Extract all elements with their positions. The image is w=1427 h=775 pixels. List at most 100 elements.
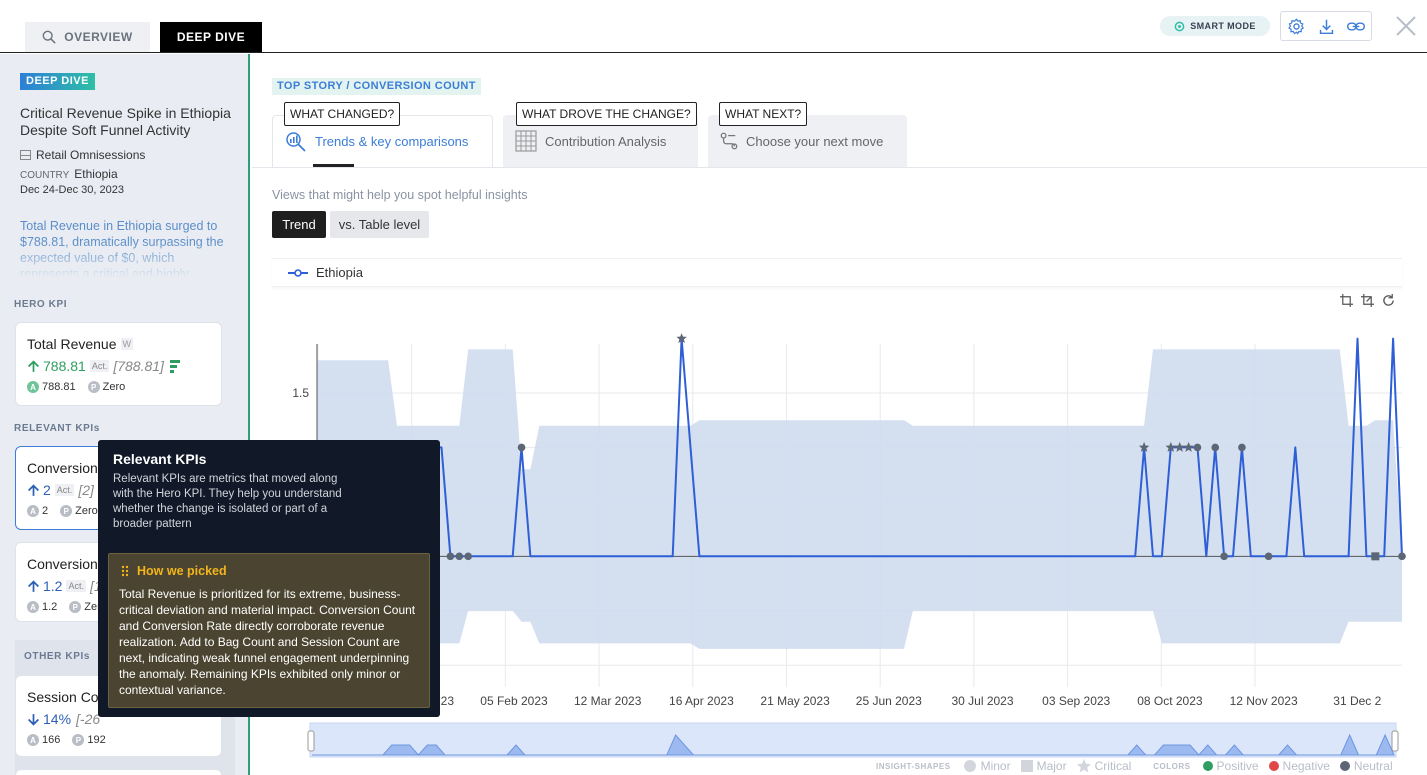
actual-tag: Act. [89,360,110,372]
kpi-expected: [-26 [76,711,101,727]
question-what-drove: WHAT DROVE THE CHANGE? [516,102,697,126]
relevant-kpis-label: RELEVANT KPIs [14,423,100,434]
zoom-reset-icon[interactable] [1361,294,1374,307]
negative-color-dot [1268,761,1279,771]
legend-positive: Positive [1216,759,1259,773]
story-title: Critical Revenue Spike in Ethiopia Despi… [20,105,231,138]
settings-button[interactable] [1281,12,1311,40]
smart-mode-badge[interactable]: SMART MODE [1160,16,1270,36]
how-we-picked-box: How we picked Total Revenue is prioritiz… [108,553,430,708]
tab-contribution-label: Contribution Analysis [545,133,667,149]
actual-dot: A [27,381,39,393]
kpi-expected: [788.81] [113,358,164,374]
how-we-picked-title: How we picked [137,564,227,578]
arrow-down-icon [28,713,39,726]
kpi-value: 14% [43,711,72,727]
download-button[interactable] [1311,12,1341,40]
chart-tools [1340,294,1395,307]
close-icon[interactable] [1394,14,1418,38]
trend-chart[interactable]: 1.5 23 05 Feb 2023 12 Mar 2023 16 Apr 2023 21… [272,330,1412,760]
deep-dive-badge: DEEP DIVE [20,73,95,90]
legend-critical: Critical [1094,759,1132,773]
kpi-actual: 1.2 [42,601,58,613]
tab-overview[interactable]: OVERVIEW [25,22,150,52]
minor-marker [517,443,526,452]
x-tick-label: 05 Feb 2023 [480,694,548,708]
minor-marker [1220,552,1228,561]
kpi-value: 1.2 [43,578,63,594]
story-summary: Total Revenue in Ethiopia surged to $788… [20,219,224,278]
chart-search-icon [286,131,306,152]
tab-deep-dive[interactable]: DEEP DIVE [160,22,262,52]
x-tick-label: 31 Dec 2 [1333,694,1381,708]
gear-icon [1287,17,1304,35]
date-range: Dec 24-Dec 30, 2023 [20,184,124,196]
drag-handle-icon [121,565,129,577]
x-tick-label: 21 May 2023 [760,694,830,708]
dimension-value: Ethiopia [74,167,118,181]
kpi-predicted: Zero [75,505,98,517]
download-icon [1319,19,1333,34]
legend-series-label[interactable]: Ethiopia [316,265,363,280]
minor-marker [1398,552,1406,561]
top-bar: OVERVIEW DEEP DIVE SMART MODE [0,0,1427,53]
dataset-row: Retail Omnisessions [20,148,145,162]
actual-tag: Act. [66,580,86,592]
tab-deep-dive-label: DEEP DIVE [176,30,246,44]
header-actions [1280,11,1372,41]
kpi-predicted: Zero [102,381,126,393]
x-tick-label: 16 Apr 2023 [669,694,734,708]
actual-dot: A [27,601,39,613]
kpi-value: 788.81 [43,358,86,374]
grid-icon [515,130,537,152]
minor-marker [446,552,455,561]
dataset-name: Retail Omnisessions [36,148,146,162]
tab-next-move-label: Choose your next move [746,133,884,149]
x-tick-label: 23 [441,694,455,708]
x-tick-label: 12 Nov 2023 [1230,694,1298,708]
insight-shapes-header: INSIGHT-SHAPES [876,761,951,771]
minor-marker [1211,443,1220,452]
breadcrumb: TOP STORY / CONVERSION COUNT [272,78,481,95]
colors-header: COLORS [1153,761,1191,771]
crop-icon[interactable] [1340,294,1353,307]
minor-marker [1238,443,1246,452]
kpi-actual: 2 [42,505,49,517]
neutral-color-dot [1339,761,1350,771]
kpi-expected: [2] [78,482,94,498]
table-icon [20,150,31,160]
x-tick-label: 03 Sep 2023 [1042,694,1110,708]
link-icon [1346,21,1366,31]
relevant-kpis-tooltip: Relevant KPIs Relevant KPIs are metrics … [98,440,440,717]
navigator-left-handle [307,730,315,752]
chart-legend: Ethiopia [272,258,1402,287]
share-link-button[interactable] [1341,12,1371,40]
x-tick-label: 08 Oct 2023 [1137,694,1203,708]
refresh-icon[interactable] [1382,294,1395,307]
predicted-dot: P [69,601,82,613]
kpi-value: 2 [43,482,51,498]
kpi-predicted: 192 [87,734,106,746]
how-we-picked-body: Total Revenue is prioritized for its ext… [119,587,416,697]
minor-marker [1193,443,1202,452]
table-level-toggle-button[interactable]: vs. Table level [330,211,429,238]
trend-toggle-button[interactable]: Trend [272,211,326,238]
predicted-dot: P [87,381,100,393]
predicted-dot: P [72,734,85,746]
dimension-key: COUNTRY [20,170,70,181]
kpi-actual: 788.81 [42,381,76,393]
actual-dot: A [27,734,39,746]
legend-minor: Minor [980,759,1011,773]
other-kpis-label: OTHER KPIs [24,651,91,662]
bars-icon [169,359,180,373]
kpi-name: Total Revenue [27,336,117,352]
tooltip-title: Relevant KPIs [113,451,207,467]
major-marker [1371,552,1380,561]
hero-kpi-card[interactable]: Total Revenue W 788.81 Act. [788.81] A 788… [15,322,222,406]
tabs-divider [252,167,1427,168]
weekly-badge: W [120,338,134,350]
legend-negative: Negative [1282,759,1330,773]
other-kpi-card[interactable] [15,769,222,775]
hero-kpi-label: HERO KPI [14,299,68,310]
route-icon [720,132,738,150]
